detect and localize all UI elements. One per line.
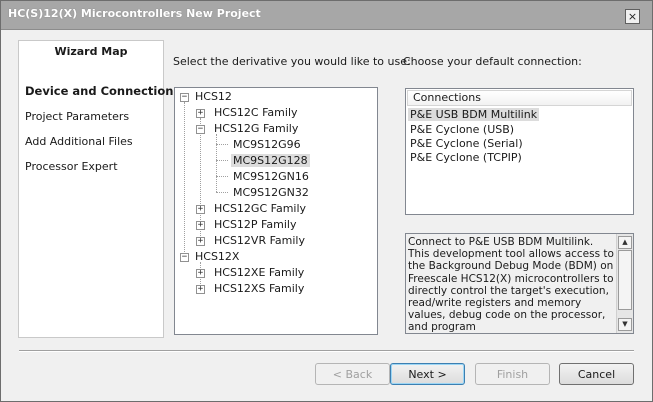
tree-node-mc9s12g128[interactable]: MC9S12G128 [231,154,310,167]
connections-column-header[interactable]: Connections [407,90,632,106]
wizard-step-device-and-connection[interactable]: Device and Connection [25,84,173,98]
connection-item-cyclone-serial[interactable]: P&E Cyclone (Serial) [410,137,523,150]
tree-node-hcs12gc-family[interactable]: HCS12GC Family [214,202,306,215]
wizard-map-panel: Wizard Map Device and Connection Project… [18,40,173,338]
tree-node-hcs12xs-family[interactable]: HCS12XS Family [214,282,304,295]
expand-icon[interactable]: + [196,285,205,294]
tree-line [184,102,185,256]
window-title: HC(S)12(X) Microcontrollers New Project [8,7,261,20]
derivative-tree[interactable]: − HCS12 + HCS12C Family − HCS12G Family … [174,87,378,335]
tree-node-mc9s12gn32[interactable]: MC9S12GN32 [233,186,309,199]
expand-icon[interactable]: + [196,221,205,230]
scroll-down-icon[interactable]: ▼ [618,318,632,331]
tree-line [216,160,228,161]
back-button[interactable]: < Back [315,363,390,385]
tree-line [216,176,228,177]
tree-node-hcs12[interactable]: HCS12 [195,90,232,103]
connection-item-cyclone-tcpip[interactable]: P&E Cyclone (TCPIP) [410,151,522,164]
connection-list[interactable]: Connections P&E USB BDM Multilink P&E Cy… [405,88,634,215]
tree-node-hcs12p-family[interactable]: HCS12P Family [214,218,296,231]
dialog-window: HC(S)12(X) Microcontrollers New Project … [0,0,653,402]
close-button[interactable]: × [625,9,640,24]
tree-node-hcs12c-family[interactable]: HCS12C Family [214,106,298,119]
title-bar[interactable]: HC(S)12(X) Microcontrollers New Project … [1,1,652,30]
expand-icon[interactable]: + [196,237,205,246]
next-button[interactable]: Next > [390,363,465,385]
connection-item-cyclone-usb[interactable]: P&E Cyclone (USB) [410,123,514,136]
tree-node-hcs12vr-family[interactable]: HCS12VR Family [214,234,305,247]
scrollbar-thumb[interactable] [618,250,632,310]
footer-divider [19,350,634,352]
connection-item-usb-bdm-multilink[interactable]: P&E USB BDM Multilink [408,108,540,121]
connection-description: Connect to P&E USB BDM Multilink. This d… [405,233,634,334]
collapse-icon[interactable]: − [196,125,205,134]
expand-icon[interactable]: + [196,205,205,214]
derivative-prompt: Select the derivative you would like to … [173,55,411,68]
collapse-icon[interactable]: − [180,253,189,262]
connection-description-text: Connect to P&E USB BDM Multilink. This d… [408,236,614,334]
wizard-step-add-additional-files[interactable]: Add Additional Files [25,135,133,148]
tree-node-hcs12xe-family[interactable]: HCS12XE Family [214,266,304,279]
tree-node-mc9s12gn16[interactable]: MC9S12GN16 [233,170,309,183]
finish-button[interactable]: Finish [475,363,550,385]
description-scrollbar[interactable]: ▲ ▼ [616,234,633,333]
tree-node-hcs12g-family[interactable]: HCS12G Family [214,122,298,135]
close-icon: × [627,10,638,23]
wizard-map-title: Wizard Map [54,45,128,58]
expand-icon[interactable]: + [196,269,205,278]
scroll-up-icon[interactable]: ▲ [618,236,632,249]
tree-line [216,192,228,193]
expand-icon[interactable]: + [196,109,205,118]
cancel-button[interactable]: Cancel [559,363,634,385]
collapse-icon[interactable]: − [180,93,189,102]
connection-prompt: Choose your default connection: [403,55,582,68]
tree-node-hcs12x[interactable]: HCS12X [195,250,239,263]
wizard-step-project-parameters[interactable]: Project Parameters [25,110,129,123]
tree-line [216,144,228,145]
tree-line [216,134,217,192]
wizard-step-processor-expert[interactable]: Processor Expert [25,160,118,173]
tree-node-mc9s12g96[interactable]: MC9S12G96 [233,138,301,151]
